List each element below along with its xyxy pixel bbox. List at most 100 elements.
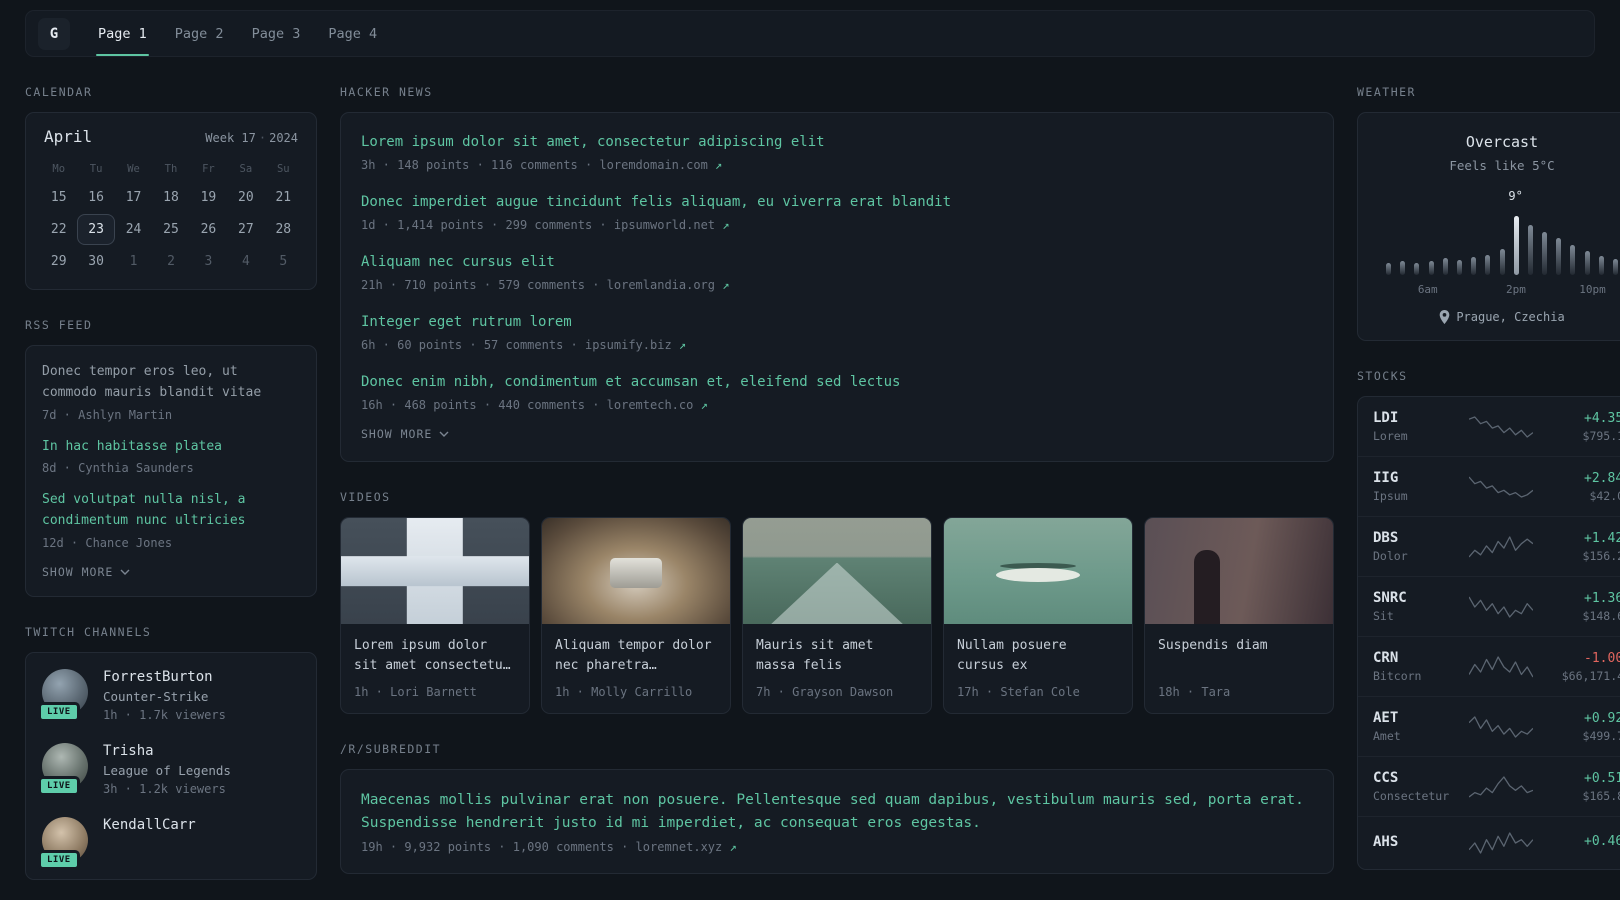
hn-item-link[interactable]: Aliquam nec cursus elit — [361, 252, 1313, 273]
stock-row[interactable]: AHS +0.46% — [1358, 816, 1620, 869]
reddit-domain-link[interactable]: loremnet.xyz — [636, 840, 723, 854]
stock-sparkline — [1463, 830, 1539, 856]
weather-bar — [1513, 216, 1519, 275]
video-title-link[interactable]: Nullam posuere cursus ex — [957, 636, 1119, 677]
stock-sparkline — [1463, 414, 1539, 440]
stock-change: +1.36% — [1584, 590, 1620, 606]
video-thumbnail — [1145, 518, 1333, 624]
calendar-day-next-month: 4 — [241, 254, 250, 269]
video-title-link[interactable]: Mauris sit amet massa felis — [756, 636, 918, 677]
rss-show-more-button[interactable]: SHOW MORE — [42, 565, 130, 579]
stock-change: +1.42% — [1584, 530, 1620, 546]
hn-item-link[interactable]: Donec imperdiet augue tincidunt felis al… — [361, 192, 1313, 213]
hn-domain-link[interactable]: loremdomain.com — [599, 158, 707, 172]
calendar-day-next-month: 3 — [204, 254, 213, 269]
videos-row: Lorem ipsum dolor sit amet consectetu… 1… — [340, 517, 1334, 714]
weather-bar — [1527, 225, 1533, 275]
twitch-channel-row[interactable]: LIVE ForrestBurton Counter-Strike 1h · 1… — [38, 668, 300, 722]
avatar: LIVE — [38, 668, 88, 722]
stock-symbol: SNRC — [1373, 590, 1407, 606]
hn-item-meta: 1d · 1,414 points · 299 comments · ipsum… — [361, 218, 730, 232]
channel-name: ForrestBurton — [103, 668, 213, 685]
hn-item: Donec imperdiet augue tincidunt felis al… — [361, 192, 1313, 232]
channel-meta: 1h · 1.7k viewers — [103, 707, 226, 722]
right-column: WEATHER Overcast Feels like 5°C 9° 6am 2… — [1357, 77, 1620, 898]
hn-item-link[interactable]: Donec enim nibh, condimentum et accumsan… — [361, 372, 1313, 393]
hn-item-link[interactable]: Lorem ipsum dolor sit amet, consectetur … — [361, 132, 1313, 153]
tab-page-3[interactable]: Page 3 — [238, 11, 315, 56]
avatar: LIVE — [38, 816, 88, 870]
weather-bar — [1598, 256, 1604, 275]
rss-item-link[interactable]: Donec tempor eros leo, ut commodo mauris… — [42, 362, 300, 404]
stock-symbol: CRN — [1373, 650, 1399, 666]
hackernews-card: Lorem ipsum dolor sit amet, consectetur … — [340, 112, 1334, 462]
reddit-post-link[interactable]: Maecenas mollis pulvinar erat non posuer… — [361, 789, 1313, 835]
video-card[interactable]: Lorem ipsum dolor sit amet consectetu… 1… — [340, 517, 530, 714]
tab-page-2[interactable]: Page 2 — [161, 11, 238, 56]
tab-page-1[interactable]: Page 1 — [84, 11, 161, 56]
location-pin-icon — [1440, 310, 1450, 324]
channel-meta: 3h · 1.2k viewers — [103, 781, 226, 796]
twitch-channel-row[interactable]: LIVE Trisha League of Legends 3h · 1.2k … — [38, 742, 300, 796]
video-card[interactable]: Mauris sit amet massa felis 7h · Grayson… — [742, 517, 932, 714]
subreddit-card: Maecenas mollis pulvinar erat non posuer… — [340, 769, 1334, 875]
rss-card: Donec tempor eros leo, ut commodo mauris… — [25, 345, 317, 597]
live-badge: LIVE — [38, 701, 80, 722]
stock-row[interactable]: CCS Consectetur +0.51% $165.84 — [1358, 756, 1620, 816]
stock-name: Ipsum — [1373, 489, 1408, 503]
calendar-header: April Week 17 · 2024 — [40, 127, 302, 146]
calendar-day: 27 — [238, 222, 254, 237]
external-link-icon: ↗ — [722, 218, 730, 232]
calendar-widget-title: CALENDAR — [25, 85, 93, 99]
hn-domain-link[interactable]: ipsumify.biz — [585, 338, 672, 352]
hn-domain-link[interactable]: loremlandia.org — [607, 278, 715, 292]
stock-row[interactable]: DBS Dolor +1.42% $156.28 — [1358, 516, 1620, 576]
weather-time-label: 6am — [1417, 283, 1438, 296]
hn-item: Aliquam nec cursus elit 21h · 710 points… — [361, 252, 1313, 292]
stock-symbol: AET — [1373, 710, 1399, 726]
stock-row[interactable]: SNRC Sit +1.36% $148.64 — [1358, 576, 1620, 636]
rss-item-meta: 8d · Cynthia Saunders — [42, 461, 194, 476]
chevron-down-icon — [120, 569, 130, 575]
hn-item-meta: 6h · 60 points · 57 comments · ipsumify.… — [361, 338, 687, 352]
videos-widget-title: VIDEOS — [340, 490, 391, 504]
video-info: Suspendis diam 18h · Tara — [1145, 624, 1333, 713]
hn-item: Donec enim nibh, condimentum et accumsan… — [361, 372, 1313, 412]
calendar-day: 24 — [125, 222, 142, 237]
stock-row[interactable]: CRN Bitcorn -1.00% $66,171.48 — [1358, 636, 1620, 696]
twitch-card: LIVE ForrestBurton Counter-Strike 1h · 1… — [25, 651, 317, 880]
hn-item-link[interactable]: Integer eget rutrum lorem — [361, 312, 1313, 333]
stock-row[interactable]: AET Amet +0.92% $499.72 — [1358, 696, 1620, 756]
video-title-link[interactable]: Aliquam tempor dolor nec pharetra… — [555, 636, 717, 677]
video-title-link[interactable]: Lorem ipsum dolor sit amet consectetu… — [354, 636, 516, 677]
video-thumbnail — [542, 518, 730, 624]
rss-item-link[interactable]: In hac habitasse platea — [42, 437, 300, 458]
weather-bar — [1584, 251, 1590, 275]
video-thumbnail — [743, 518, 931, 624]
calendar-card: April Week 17 · 2024 Mo Tu We Th Fr Sa Su … — [25, 112, 317, 290]
video-meta: 7h · Grayson Dawson — [756, 685, 894, 699]
hn-domain-link[interactable]: loremtech.co — [607, 398, 694, 412]
stock-change: +2.84% — [1584, 470, 1620, 486]
calendar-day: 22 — [50, 222, 67, 237]
hn-show-more-button[interactable]: SHOW MORE — [361, 427, 449, 441]
video-card[interactable]: Suspendis diam 18h · Tara — [1144, 517, 1334, 714]
external-link-icon: ↗ — [729, 840, 737, 855]
video-card[interactable]: Aliquam tempor dolor nec pharetra… 1h · … — [541, 517, 731, 714]
stock-price: $148.64 — [1582, 608, 1620, 623]
stock-price: $66,171.48 — [1561, 668, 1620, 683]
hn-domain-link[interactable]: ipsumworld.net — [614, 218, 715, 232]
stock-row[interactable]: LDI Lorem +4.35% $795.18 — [1358, 397, 1620, 456]
twitch-channel-row[interactable]: LIVE KendallCarr — [38, 816, 300, 870]
calendar-dow: Sa — [239, 163, 253, 175]
rss-item-link[interactable]: Sed volutpat nulla nisl, a condimentum n… — [42, 490, 300, 532]
app-logo[interactable]: G — [38, 17, 70, 50]
tab-page-4[interactable]: Page 4 — [314, 11, 391, 56]
video-title-link[interactable]: Suspendis diam — [1158, 636, 1320, 677]
calendar-dow: Tu — [89, 163, 103, 175]
video-card[interactable]: Nullam posuere cursus ex 17h · Stefan Co… — [943, 517, 1133, 714]
stock-price: $156.28 — [1582, 548, 1620, 563]
weather-bar — [1499, 248, 1505, 275]
stock-row[interactable]: IIG Ipsum +2.84% $42.04 — [1358, 456, 1620, 516]
calendar-widget: CALENDAR April Week 17 · 2024 Mo Tu We Th … — [25, 85, 317, 290]
